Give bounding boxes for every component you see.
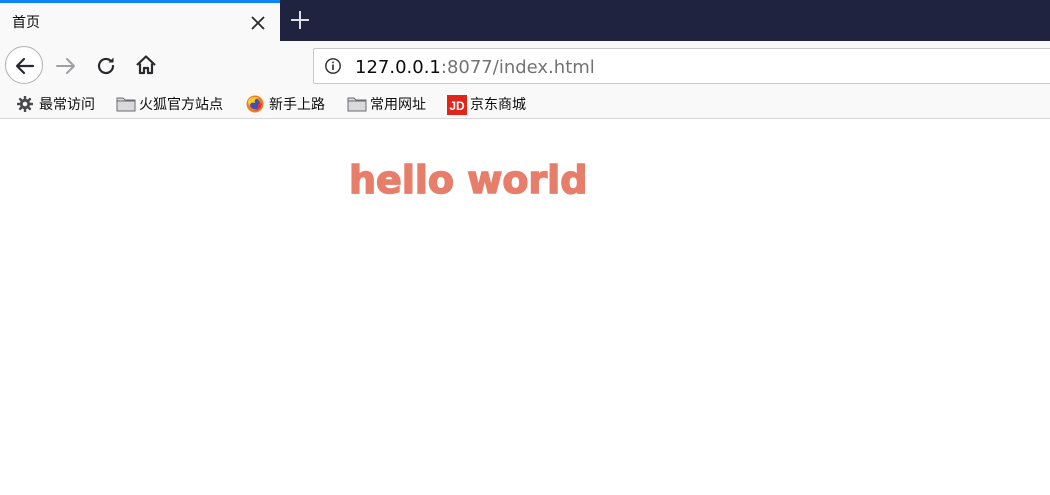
page-heading: hello world [348, 157, 588, 203]
url-text: 127.0.0.1:8077/index.html [355, 57, 595, 78]
bookmark-firefox-site[interactable]: 火狐官方站点 [116, 93, 223, 115]
reload-button[interactable] [94, 54, 118, 78]
bookmark-label: 京东商城 [470, 97, 526, 113]
tab-strip: 首页 [0, 0, 1050, 41]
info-icon[interactable] [324, 57, 342, 75]
jd-logo-icon: JD [447, 95, 467, 115]
navigation-toolbar: 127.0.0.1:8077/index.html [0, 41, 1050, 90]
bookmark-label: 新手上路 [269, 97, 325, 113]
firefox-icon [246, 95, 264, 113]
close-icon[interactable] [248, 13, 268, 33]
folder-icon [347, 95, 367, 113]
forward-button[interactable] [54, 54, 78, 78]
bookmark-jd[interactable]: JD 京东商城 [447, 93, 526, 115]
back-button[interactable] [5, 46, 43, 84]
folder-icon [116, 95, 136, 113]
svg-text:JD: JD [449, 99, 465, 113]
arrow-right-icon [56, 58, 75, 74]
bookmark-label: 火狐官方站点 [139, 97, 223, 113]
bookmark-most-visited[interactable]: 最常访问 [16, 93, 95, 115]
bookmarks-toolbar: 最常访问 火狐官方站点 新手上路 常用网址 JD 京东商城 [0, 90, 1050, 119]
bookmark-label: 最常访问 [39, 97, 95, 113]
tab-active[interactable]: 首页 [0, 0, 280, 41]
bookmark-getting-started[interactable]: 新手上路 [246, 93, 325, 115]
tab-title: 首页 [12, 15, 40, 31]
url-path: :8077/index.html [440, 57, 595, 78]
address-bar[interactable]: 127.0.0.1:8077/index.html [313, 48, 1050, 84]
bookmark-common-sites[interactable]: 常用网址 [347, 93, 426, 115]
bookmark-label: 常用网址 [370, 97, 426, 113]
home-icon [136, 55, 156, 75]
reload-icon [97, 57, 115, 75]
url-host: 127.0.0.1 [355, 57, 441, 78]
home-button[interactable] [134, 53, 158, 77]
gear-icon [16, 95, 34, 113]
arrow-left-icon [15, 57, 35, 75]
page-content: hello world [0, 120, 1050, 495]
new-tab-button[interactable] [288, 8, 312, 32]
